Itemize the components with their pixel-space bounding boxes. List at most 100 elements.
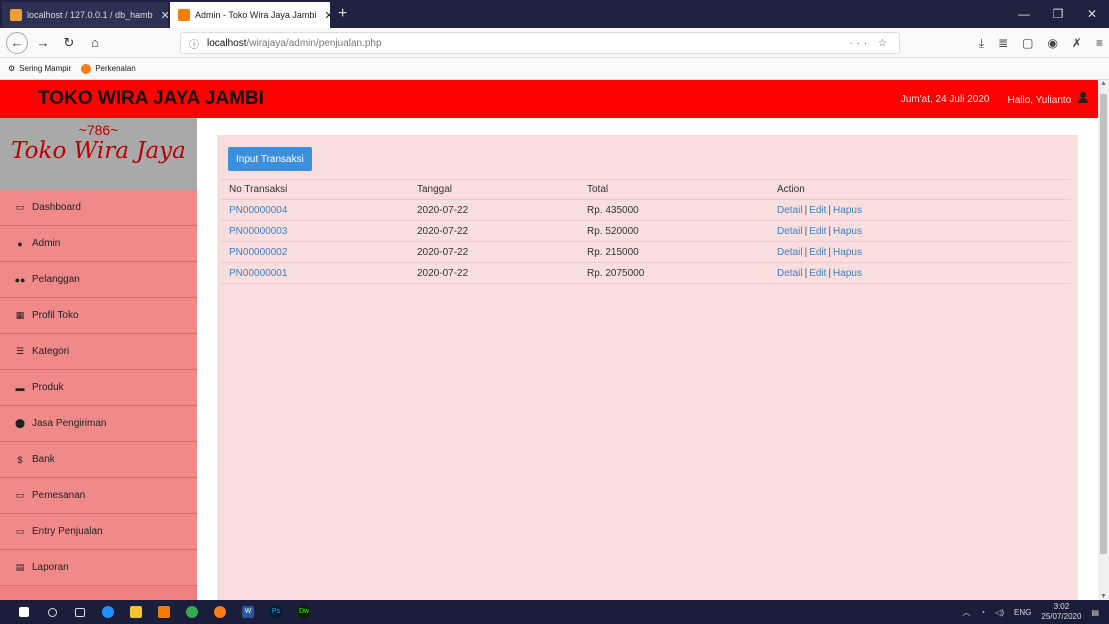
edit-link[interactable]: Edit	[809, 268, 826, 279]
table-header-row: No Transaksi Tanggal Total Action	[221, 179, 1071, 200]
tanggal-cell: 2020-07-22	[409, 199, 579, 221]
phpmyadmin-icon	[10, 9, 22, 21]
logo-top: ~786~	[78, 122, 119, 138]
sidebar-item-produk[interactable]: ▬ Produk	[0, 370, 197, 406]
tab-admin[interactable]: Admin - Toko Wira Jaya Jambi ✕	[170, 2, 330, 28]
search-icon[interactable]	[38, 600, 66, 624]
sidebar-item-pelanggan[interactable]: ●● Pelanggan	[0, 262, 197, 298]
hapus-link[interactable]: Hapus	[833, 268, 862, 279]
detail-link[interactable]: Detail	[777, 205, 803, 216]
chrome-icon[interactable]	[178, 600, 206, 624]
logo-name: Toko Wira Jaya	[11, 138, 186, 164]
separator: |	[828, 267, 832, 279]
edit-link[interactable]: Edit	[809, 247, 826, 258]
hapus-link[interactable]: Hapus	[833, 247, 862, 258]
account-icon[interactable]: ◉	[1047, 36, 1057, 50]
column-header: Total	[579, 179, 769, 200]
word-icon[interactable]: W	[234, 600, 262, 624]
minimize-icon[interactable]: —	[1007, 7, 1041, 21]
file-explorer-icon[interactable]	[122, 600, 150, 624]
sidebar-item-laporan[interactable]: ▤ Laporan	[0, 550, 197, 586]
download-icon[interactable]: ⤓	[979, 36, 984, 51]
transaction-number-link[interactable]: PN00000003	[229, 226, 287, 237]
edit-link[interactable]: Edit	[809, 205, 826, 216]
sidebar-item-kategori[interactable]: ☰ Kategori	[0, 334, 197, 370]
volume-icon[interactable]: ◁)	[995, 608, 1004, 617]
xampp-icon	[178, 9, 190, 21]
scroll-up-icon[interactable]: ▲	[1098, 80, 1109, 87]
bookmark-perkenalan[interactable]: Perkenalan	[81, 63, 136, 74]
transaction-number-link[interactable]: PN00000001	[229, 268, 287, 279]
sidebar-item-label: Pelanggan	[32, 274, 80, 285]
sidebar-toggle-icon[interactable]: ▢	[1022, 36, 1033, 50]
sidebar-item-pemesanan[interactable]: ▭ Pemesanan	[0, 478, 197, 514]
action-cell: Detail | Edit | Hapus	[769, 199, 1071, 221]
photoshop-icon[interactable]: Ps	[262, 600, 290, 624]
home-icon[interactable]: ⌂	[84, 32, 106, 54]
new-tab-button[interactable]: +	[338, 2, 347, 28]
detail-link[interactable]: Detail	[777, 226, 803, 237]
menu-icon[interactable]: ≡	[1096, 36, 1103, 50]
library-icon[interactable]: ≣	[998, 36, 1008, 50]
notification-icon[interactable]: ▤	[1091, 608, 1099, 617]
separator: |	[828, 225, 832, 237]
clock[interactable]: 3:02 25/07/2020	[1041, 602, 1081, 622]
separator: |	[828, 246, 832, 258]
sidebar-item-profil-toko[interactable]: ▦ Profil Toko	[0, 298, 197, 334]
address-bar[interactable]: ⓘ localhost /wirajaya/admin/penjualan.ph…	[180, 32, 900, 54]
bookmarks-bar: ⚙ Sering Mampir Perkenalan	[0, 58, 1109, 80]
extension-icon[interactable]: ✗	[1072, 36, 1082, 50]
close-tab-icon[interactable]: ✕	[161, 9, 168, 22]
edge-icon[interactable]	[94, 600, 122, 624]
toolbar-right: ⤓ ≣ ▢ ◉ ✗ ≡	[979, 32, 1103, 54]
page-actions-icon[interactable]: ··· ☆	[849, 38, 891, 49]
site-title[interactable]: TOKO WIRA JAYA JAMBI	[38, 88, 264, 110]
tanggal-cell: 2020-07-22	[409, 220, 579, 242]
close-window-icon[interactable]: ✕	[1075, 7, 1109, 21]
xampp-taskbar-icon[interactable]	[150, 600, 178, 624]
tanggal-cell: 2020-07-22	[409, 262, 579, 284]
windows-start-icon[interactable]	[10, 600, 38, 624]
network-icon[interactable]: ◔	[980, 608, 985, 617]
scroll-down-icon[interactable]: ▼	[1098, 593, 1109, 600]
firefox-taskbar-icon[interactable]	[206, 600, 234, 624]
hapus-link[interactable]: Hapus	[833, 226, 862, 237]
dollar-icon: $	[17, 454, 23, 465]
separator: |	[828, 204, 832, 216]
user-icon	[1078, 92, 1088, 103]
transaction-number-link[interactable]: PN00000002	[229, 247, 287, 258]
edit-link[interactable]: Edit	[809, 226, 826, 237]
detail-link[interactable]: Detail	[777, 247, 803, 258]
detail-link[interactable]: Detail	[777, 268, 803, 279]
current-date: Jum'at, 24 Juli 2020	[900, 93, 990, 105]
transaction-number-link[interactable]: PN00000004	[229, 205, 287, 216]
header-right: Jum'at, 24 Juli 2020 Hallo, Yulianto	[901, 92, 1088, 106]
sidebar: ~786~ Toko Wira Jaya ▭ Dashboard ● Admin…	[0, 118, 197, 600]
input-transaksi-button[interactable]: Input Transaksi	[228, 147, 312, 171]
back-arrow-icon[interactable]: ←	[6, 31, 28, 54]
user-menu[interactable]: Hallo, Yulianto	[1007, 92, 1088, 106]
close-tab-icon[interactable]: ✕	[324, 9, 330, 22]
bookmark-sering-mampir[interactable]: ⚙ Sering Mampir	[8, 64, 71, 73]
scroll-thumb[interactable]	[1100, 94, 1107, 554]
restore-icon[interactable]: ❐	[1041, 7, 1075, 21]
dreamweaver-icon[interactable]: Dw	[290, 600, 318, 624]
tray-arrow-icon[interactable]: ︿	[962, 607, 970, 618]
task-view-icon[interactable]	[66, 600, 94, 624]
sidebar-item-label: Entry Penjualan	[32, 526, 103, 537]
language-indicator[interactable]: ENG	[1014, 608, 1031, 617]
bookmark-label: Sering Mampir	[19, 64, 72, 73]
sidebar-item-entry-penjualan[interactable]: ▭ Entry Penjualan	[0, 514, 197, 550]
forward-arrow-icon[interactable]: →	[32, 32, 54, 54]
reload-icon[interactable]: ↻	[58, 32, 80, 54]
tab-phpmyadmin[interactable]: localhost / 127.0.0.1 / db_hamb ✕	[2, 2, 168, 28]
hapus-link[interactable]: Hapus	[833, 205, 862, 216]
sidebar-item-jasa-pengiriman[interactable]: ⬤ Jasa Pengiriman	[0, 406, 197, 442]
url-path: /wirajaya/admin/penjualan.php	[246, 37, 382, 49]
sidebar-item-label: Dashboard	[32, 202, 81, 213]
info-icon[interactable]: ⓘ	[189, 36, 199, 51]
page-scrollbar[interactable]: ▲ ▼	[1098, 80, 1109, 600]
sidebar-item-dashboard[interactable]: ▭ Dashboard	[0, 190, 197, 226]
sidebar-item-bank[interactable]: $ Bank	[0, 442, 197, 478]
sidebar-item-admin[interactable]: ● Admin	[0, 226, 197, 262]
